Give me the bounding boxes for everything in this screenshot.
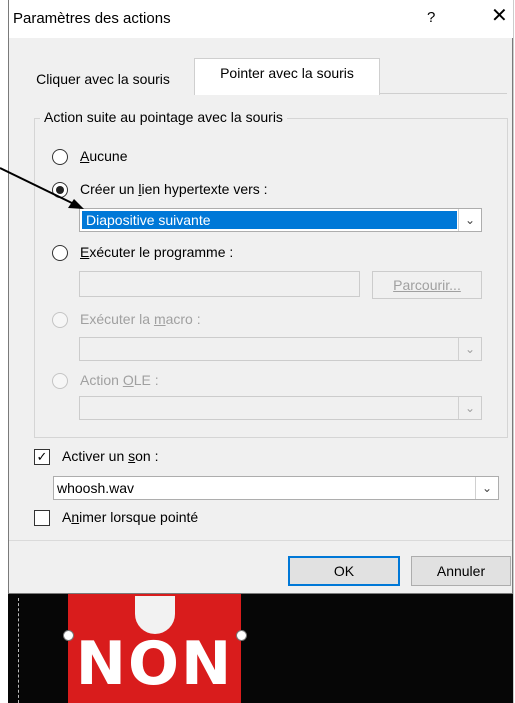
arrow-line <box>0 167 75 205</box>
arrow-head <box>68 199 84 209</box>
annotation-arrow <box>0 167 84 209</box>
